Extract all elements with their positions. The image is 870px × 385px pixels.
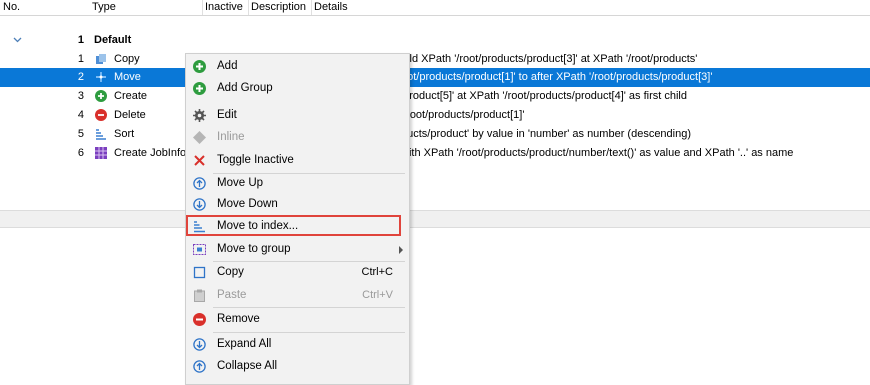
menu-item-label: Move to group	[217, 243, 291, 255]
actions-grid: No. Type Inactive Description Details 1 …	[0, 0, 870, 228]
arrow-up-circle-icon	[193, 177, 206, 190]
menu-item-move-to-group[interactable]: Move to group	[186, 239, 409, 261]
row-details: with XPath '/root/products/product/numbe…	[401, 147, 794, 159]
plus-circle-icon	[95, 90, 107, 102]
expand-icon	[193, 338, 206, 351]
row-number: 5	[77, 128, 84, 140]
row-type: Create JobInfos	[114, 147, 192, 159]
column-header-type[interactable]: Type	[92, 1, 116, 13]
menu-item-label: Add	[217, 60, 238, 72]
column-header-description[interactable]: Description	[251, 1, 306, 13]
column-header-no[interactable]: No.	[3, 1, 20, 13]
column-header-inactive[interactable]: Inactive	[205, 1, 243, 13]
arrow-down-circle-icon	[193, 198, 206, 211]
menu-item-toggle-inactive[interactable]: Toggle Inactive	[186, 150, 409, 172]
paste-icon	[194, 289, 205, 302]
menu-item-edit[interactable]: Edit	[186, 105, 409, 127]
row-type: Sort	[114, 128, 135, 140]
column-separator[interactable]	[202, 0, 203, 15]
grid-icon	[95, 147, 107, 159]
table-row[interactable]: 5 Sort ducts/product' by value in 'numbe…	[0, 125, 870, 144]
menu-item-expand-all[interactable]: Expand All	[186, 334, 409, 356]
row-number: 6	[77, 147, 84, 159]
menu-item-move-down[interactable]: Move Down	[186, 194, 409, 216]
menu-item-remove[interactable]: Remove	[186, 309, 409, 331]
menu-item-label: Collapse All	[217, 360, 278, 372]
diamond-icon	[193, 131, 206, 144]
menu-item-shortcut: Ctrl+V	[362, 289, 393, 301]
copy-action-icon	[96, 54, 106, 64]
group-icon	[193, 244, 206, 255]
row-number: 2	[77, 71, 84, 83]
row-number: 4	[77, 109, 84, 121]
table-row[interactable]: 1 Copy hild XPath '/root/products/produc…	[0, 50, 870, 69]
menu-item-shortcut: Ctrl+C	[361, 266, 393, 278]
menu-item-collapse-all[interactable]: Collapse All	[186, 356, 409, 378]
menu-item-label: Toggle Inactive	[217, 154, 294, 166]
menu-item-label: Add Group	[217, 82, 273, 94]
sort-icon	[96, 129, 106, 140]
menu-item-label: Remove	[217, 313, 260, 325]
row-number: 3	[77, 90, 84, 102]
row-type: Move	[114, 71, 141, 83]
move-action-icon	[96, 72, 106, 82]
menu-separator	[213, 332, 405, 333]
menu-item-inline[interactable]: Inline	[186, 127, 409, 149]
group-number: 1	[77, 34, 84, 46]
menu-separator	[213, 307, 405, 308]
menu-item-paste[interactable]: Paste Ctrl+V	[186, 285, 409, 307]
row-number: 1	[77, 53, 84, 65]
row-type: Create	[114, 90, 148, 102]
row-type: Copy	[114, 53, 140, 65]
minus-circle-icon	[193, 313, 206, 326]
submenu-arrow-icon	[399, 246, 403, 254]
table-row[interactable]: 6 Create JobInfos with XPath '/root/prod…	[0, 144, 870, 163]
row-type: Delete	[114, 109, 146, 121]
column-header-details[interactable]: Details	[314, 1, 348, 13]
add-group-icon	[193, 82, 206, 95]
menu-item-label: Expand All	[217, 338, 272, 350]
gear-icon	[193, 109, 206, 122]
group-label: Default	[94, 34, 132, 46]
row-details: oot/products/product[1]' to after XPath …	[401, 71, 713, 83]
row-details: '/root/products/product[1]'	[401, 109, 525, 121]
menu-item-add[interactable]: Add	[186, 56, 409, 78]
horizontal-scrollbar[interactable]	[0, 210, 870, 228]
menu-item-label: Paste	[217, 289, 247, 301]
grid-header: No. Type Inactive Description Details	[0, 0, 870, 16]
copy-icon	[193, 266, 206, 279]
close-icon	[194, 155, 205, 166]
menu-item-copy[interactable]: Copy Ctrl+C	[186, 262, 409, 284]
table-row[interactable]: 4 Delete '/root/products/product[1]'	[0, 106, 870, 125]
group-row[interactable]: 1 Default	[0, 31, 870, 50]
collapse-icon	[193, 360, 206, 373]
row-details: ducts/product' by value in 'number' as n…	[401, 128, 692, 140]
column-separator[interactable]	[311, 0, 312, 15]
add-icon	[193, 60, 206, 73]
row-details: 'product[5]' at XPath '/root/products/pr…	[401, 90, 687, 102]
menu-item-label: Edit	[217, 109, 237, 121]
column-separator[interactable]	[248, 0, 249, 15]
menu-item-label: Move Up	[217, 177, 264, 189]
row-details: hild XPath '/root/products/product[3]' a…	[401, 53, 698, 65]
menu-item-add-group[interactable]: Add Group	[186, 78, 409, 100]
highlight-box	[186, 215, 401, 236]
chevron-down-icon[interactable]	[13, 37, 22, 43]
menu-item-label: Move Down	[217, 198, 278, 210]
minus-circle-icon	[95, 109, 107, 121]
menu-item-move-up[interactable]: Move Up	[186, 173, 409, 195]
table-row-selected[interactable]: 2 Move oot/products/product[1]' to after…	[0, 68, 870, 87]
menu-item-label: Copy	[217, 266, 244, 278]
menu-item-label: Inline	[217, 131, 245, 143]
table-row[interactable]: 3 Create 'product[5]' at XPath '/root/pr…	[0, 87, 870, 106]
